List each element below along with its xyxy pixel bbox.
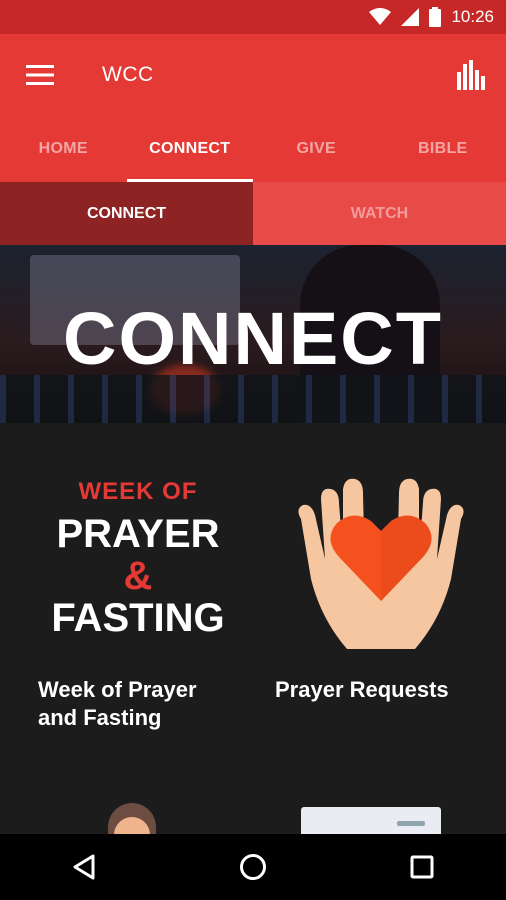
connect-grid: WEEK OF PRAYER & FASTING Week of Prayer … — [0, 423, 506, 834]
hero-banner: CONNECT — [0, 245, 506, 423]
subtab-watch[interactable]: WATCH — [253, 182, 506, 245]
tab-bible[interactable]: BIBLE — [380, 116, 506, 182]
document-line — [397, 821, 425, 826]
subtab-connect[interactable]: CONNECT — [0, 182, 253, 245]
back-button[interactable] — [49, 834, 119, 900]
system-navigation-bar — [0, 834, 506, 900]
stats-button[interactable] — [436, 34, 506, 116]
app-bar: WCC — [0, 34, 506, 116]
bar-chart-icon — [457, 60, 485, 90]
back-triangle-icon — [73, 854, 95, 880]
heart-in-hands-icon — [298, 478, 464, 649]
hero-title: CONNECT — [63, 296, 443, 380]
main-tabs: HOME CONNECT GIVE BIBLE — [0, 116, 506, 182]
card-next-right[interactable] — [253, 793, 506, 834]
app-title: WCC — [102, 63, 154, 86]
hamburger-menu-icon — [26, 65, 54, 85]
status-bar: 10:26 — [0, 0, 506, 34]
card-label: Week of Prayer and Fasting — [38, 677, 197, 730]
recents-button[interactable] — [387, 834, 457, 900]
sub-tabs: CONNECT WATCH — [0, 182, 506, 245]
card-prayer-requests[interactable]: Prayer Requests — [253, 423, 506, 753]
battery-icon — [429, 7, 442, 27]
card-label: Prayer Requests — [275, 677, 449, 702]
menu-button[interactable] — [0, 34, 80, 116]
tab-connect[interactable]: CONNECT — [126, 116, 254, 182]
card-next-left[interactable] — [0, 793, 253, 834]
card-week-of-prayer[interactable]: WEEK OF PRAYER & FASTING Week of Prayer … — [0, 423, 253, 753]
home-circle-icon — [239, 854, 266, 880]
home-button[interactable] — [218, 834, 288, 900]
wifi-icon — [369, 8, 392, 26]
week-of-prayer-image: WEEK OF PRAYER & FASTING — [51, 478, 225, 640]
clock: 10:26 — [451, 7, 494, 26]
tab-give[interactable]: GIVE — [253, 116, 380, 182]
signal-icon — [401, 8, 420, 26]
tab-home[interactable]: HOME — [0, 116, 127, 182]
recents-square-icon — [410, 855, 434, 879]
